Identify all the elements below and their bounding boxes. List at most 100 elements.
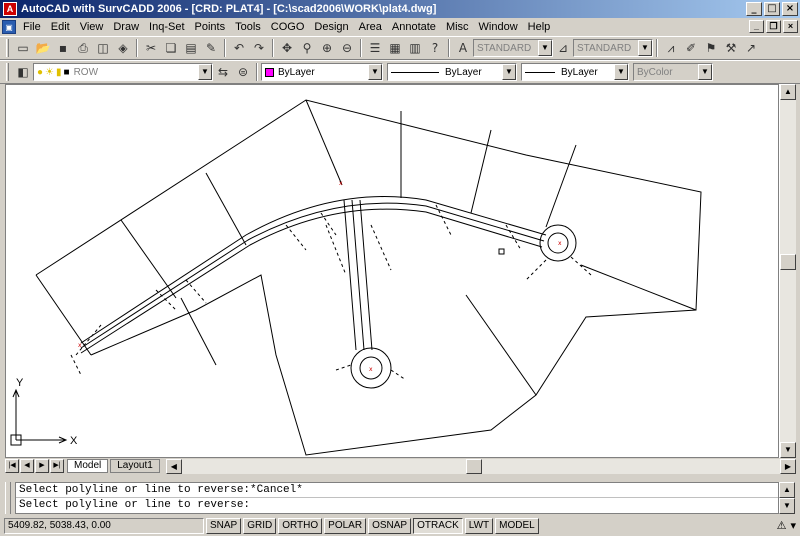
scroll-down-button[interactable]: ▼ xyxy=(779,498,795,514)
tab-layout1[interactable]: Layout1 xyxy=(110,459,160,473)
dim-style-combo[interactable]: STANDARD ▼ xyxy=(573,39,653,57)
menu-cogo[interactable]: COGO xyxy=(266,19,310,35)
copy-icon[interactable]: ❏ xyxy=(161,38,181,58)
command-grip[interactable] xyxy=(5,482,11,514)
designcenter-icon[interactable]: ▦ xyxy=(385,38,405,58)
command-scrollbar[interactable]: ▲ ▼ xyxy=(779,482,796,514)
doc-minimize-button[interactable]: _ xyxy=(749,20,764,33)
osnap-toggle[interactable]: OSNAP xyxy=(368,518,412,534)
compass-icon[interactable]: ⩘ xyxy=(661,38,681,58)
save-icon[interactable]: ▪ xyxy=(53,38,73,58)
pan-icon[interactable]: ✥ xyxy=(277,38,297,58)
vertical-scrollbar[interactable]: ▲ ▼ xyxy=(779,84,796,458)
print-icon[interactable]: ⎙ xyxy=(73,38,93,58)
menu-tools[interactable]: Tools xyxy=(230,19,266,35)
minimize-button[interactable]: _ xyxy=(746,2,762,16)
chevron-down-icon[interactable]: ▼ xyxy=(198,64,212,80)
command-window[interactable]: Select polyline or line to reverse:*Canc… xyxy=(15,482,779,514)
preview-icon[interactable]: ◫ xyxy=(93,38,113,58)
zoom-previous-icon[interactable]: ⊖ xyxy=(337,38,357,58)
hscroll-thumb[interactable] xyxy=(465,458,482,474)
document-icon[interactable]: ▣ xyxy=(2,20,16,34)
text-style-icon[interactable]: A xyxy=(453,38,473,58)
prev-tab-icon[interactable]: ◀ xyxy=(20,459,34,473)
menu-misc[interactable]: Misc xyxy=(441,19,474,35)
menu-draw[interactable]: Draw xyxy=(108,19,144,35)
properties-icon[interactable]: ☰ xyxy=(365,38,385,58)
menu-area[interactable]: Area xyxy=(354,19,387,35)
toolbar-grip[interactable] xyxy=(6,63,9,81)
toolbar-grip[interactable] xyxy=(6,39,9,57)
autocad-app-icon[interactable]: A xyxy=(3,2,17,16)
scroll-down-button[interactable]: ▼ xyxy=(780,442,796,458)
symbol-icon[interactable]: ⚑ xyxy=(701,38,721,58)
menu-points[interactable]: Points xyxy=(190,19,231,35)
menu-annotate[interactable]: Annotate xyxy=(387,19,441,35)
cut-icon[interactable]: ✂ xyxy=(141,38,161,58)
close-button[interactable]: × xyxy=(782,2,798,16)
horizontal-scrollbar[interactable]: ◀ ▶ xyxy=(165,458,796,474)
polar-toggle[interactable]: POLAR xyxy=(324,518,367,534)
pointer-icon[interactable]: ↗ xyxy=(741,38,761,58)
layer-combo[interactable]: ● ☀ ▮ ■ ROW ▼ xyxy=(33,63,213,81)
chevron-down-icon[interactable]: ▼ xyxy=(368,64,382,80)
doc-close-button[interactable]: × xyxy=(783,20,798,33)
scroll-right-button[interactable]: ▶ xyxy=(780,458,796,474)
linetype-combo[interactable]: ByLayer ▼ xyxy=(387,63,517,81)
annotate-icon[interactable]: ✐ xyxy=(681,38,701,58)
help-icon[interactable]: ? xyxy=(425,38,445,58)
new-icon[interactable]: ▭ xyxy=(13,38,33,58)
plotstyle-combo[interactable]: ByColor ▼ xyxy=(633,63,713,81)
menu-help[interactable]: Help xyxy=(523,19,556,35)
scroll-thumb[interactable] xyxy=(780,254,796,270)
lwt-toggle[interactable]: LWT xyxy=(464,518,494,534)
menu-design[interactable]: Design xyxy=(309,19,353,35)
layer-previous-icon[interactable]: ⊜ xyxy=(233,62,253,82)
model-toggle[interactable]: MODEL xyxy=(495,518,539,534)
menu-edit[interactable]: Edit xyxy=(46,19,75,35)
next-tab-icon[interactable]: ▶ xyxy=(35,459,49,473)
maximize-button[interactable]: □ xyxy=(764,2,780,16)
menu-file[interactable]: File xyxy=(18,19,46,35)
chevron-down-icon[interactable]: ▼ xyxy=(502,64,516,80)
tray-chevron-icon[interactable]: ▾ xyxy=(790,519,796,532)
drawing-area[interactable]: x x x x Y X xyxy=(5,84,779,458)
command-prompt-line[interactable]: Select polyline or line to reverse: xyxy=(16,498,778,513)
ortho-toggle[interactable]: ORTHO xyxy=(278,518,323,534)
doc-restore-button[interactable]: ❐ xyxy=(766,20,781,33)
zoom-window-icon[interactable]: ⊕ xyxy=(317,38,337,58)
menu-view[interactable]: View xyxy=(75,19,109,35)
menu-inq-set[interactable]: Inq-Set xyxy=(144,19,189,35)
otrack-toggle[interactable]: OTRACK xyxy=(413,518,463,534)
chevron-down-icon[interactable]: ▼ xyxy=(538,40,552,56)
zoom-realtime-icon[interactable]: ⚲ xyxy=(297,38,317,58)
text-style-combo[interactable]: STANDARD ▼ xyxy=(473,39,553,57)
coordinate-readout[interactable]: 5409.82, 5038.43, 0.00 xyxy=(4,518,204,534)
lineweight-combo[interactable]: ByLayer ▼ xyxy=(521,63,629,81)
dim-style-icon[interactable]: ⊿ xyxy=(553,38,573,58)
drawing-canvas[interactable]: x x x x Y X xyxy=(6,85,778,457)
scroll-up-button[interactable]: ▲ xyxy=(780,84,796,100)
toolpalettes-icon[interactable]: ▥ xyxy=(405,38,425,58)
open-icon[interactable]: 📂 xyxy=(33,38,53,58)
matchprop-icon[interactable]: ✎ xyxy=(201,38,221,58)
scroll-up-button[interactable]: ▲ xyxy=(779,482,795,498)
scroll-left-button[interactable]: ◀ xyxy=(165,458,182,474)
chevron-down-icon[interactable]: ▼ xyxy=(638,40,652,56)
snap-toggle[interactable]: SNAP xyxy=(206,518,242,534)
hammer-icon[interactable]: ⚒ xyxy=(721,38,741,58)
tab-model[interactable]: Model xyxy=(67,459,109,473)
chevron-down-icon[interactable]: ▼ xyxy=(614,64,628,80)
layer-manager-icon[interactable]: ◧ xyxy=(13,62,33,82)
make-current-icon[interactable]: ⇆ xyxy=(213,62,233,82)
publish-icon[interactable]: ◈ xyxy=(113,38,133,58)
menu-window[interactable]: Window xyxy=(474,19,523,35)
grid-toggle[interactable]: GRID xyxy=(243,518,277,534)
undo-icon[interactable]: ↶ xyxy=(229,38,249,58)
first-tab-icon[interactable]: |◀ xyxy=(5,459,19,473)
paste-icon[interactable]: ▤ xyxy=(181,38,201,58)
redo-icon[interactable]: ↷ xyxy=(249,38,269,58)
chevron-down-icon[interactable]: ▼ xyxy=(698,64,712,80)
color-combo[interactable]: ByLayer ▼ xyxy=(261,63,383,81)
warning-icon[interactable]: ⚠ xyxy=(777,519,787,532)
